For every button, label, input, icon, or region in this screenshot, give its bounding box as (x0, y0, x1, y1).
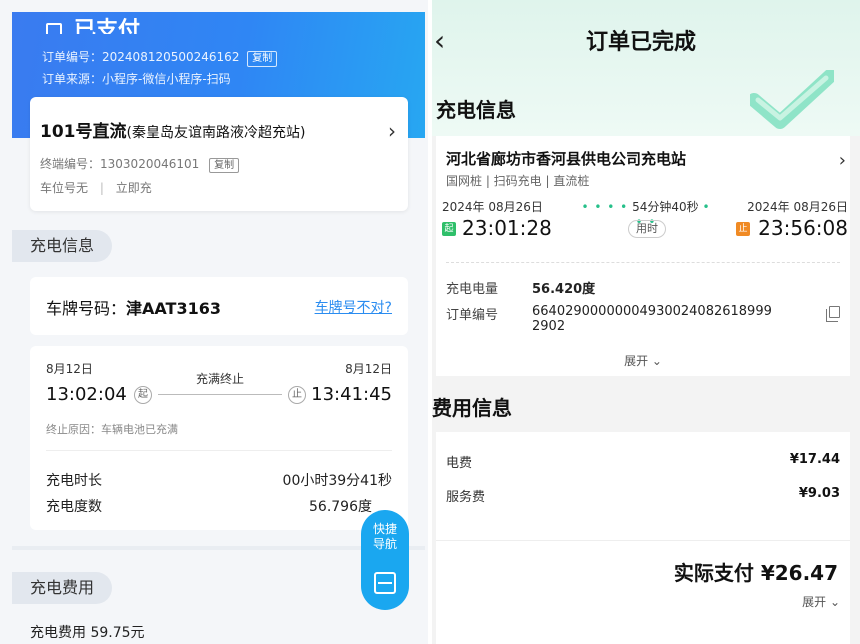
end-date: 2024年 08月26日 (747, 200, 848, 214)
energy-row: 充电电量 56.420度 (446, 278, 595, 297)
fee-row-electricity: 电费 ¥17.44 (446, 452, 840, 471)
session-card: 8月12日 13:02:04 起 充满终止 止 8月12日 13:41:45 终… (30, 346, 408, 530)
divider (446, 262, 840, 263)
total-card: 实际支付 ¥26.47 展开 ⌄ (436, 540, 850, 644)
start-time: 23:01:28 (462, 216, 552, 240)
section-charge-info: 充电信息 (436, 98, 516, 122)
end-date: 8月12日 (345, 362, 392, 376)
status-title: 已支付 (46, 12, 140, 34)
start-date: 2024年 08月26日 (442, 200, 543, 214)
energy-value: 56.420度 (532, 282, 596, 297)
plate-card: 车牌号码：津AAT3163 车牌号不对? (30, 277, 408, 335)
chevron-right-icon[interactable]: › (388, 119, 396, 143)
fee-card: 电费 ¥17.44 服务费 ¥9.03 (436, 432, 850, 540)
page-title: 订单已完成 (585, 30, 696, 55)
station-card[interactable]: 101号直流(秦皇岛友谊南路液冷超充站) › 终端编号：130302004610… (30, 97, 408, 211)
use-time-badge: 用时 (628, 220, 666, 238)
end-time: 23:56:08 (758, 216, 848, 240)
timeline-line (158, 394, 282, 395)
end-mark: 止 (288, 386, 306, 404)
order-number: 66402900000004930024082618999 2902 (532, 304, 772, 334)
copy-order-button[interactable]: 复制 (247, 51, 278, 67)
terminal-number-line: 终端编号：1303020046101 复制 (40, 155, 240, 173)
section-fee: 充电费用 (12, 572, 113, 604)
end-time: 13:41:45 (311, 384, 392, 405)
duration-row: 充电时长 00小时39分41秒 (46, 470, 392, 490)
order-number-line: 订单编号：202408120500246162 复制 (42, 48, 278, 67)
section-charge-info: 充电信息 (12, 230, 113, 262)
checkmark-icon (750, 70, 834, 129)
document-icon (46, 23, 62, 34)
right-order-screen: ‹ 订单已完成 充电信息 河北省廊坊市香河县供电公司充电站 › 国网桩 | 扫码… (432, 0, 860, 644)
start-time: 13:02:04 (46, 384, 127, 405)
station-info-card: 河北省廊坊市香河县供电公司充电站 › 国网桩 | 扫码充电 | 直流桩 2024… (436, 136, 850, 376)
wrong-plate-link[interactable]: 车牌号不对? (315, 297, 392, 317)
chevron-right-icon[interactable]: › (839, 150, 846, 171)
divider (46, 450, 392, 451)
expand-button[interactable]: 展开 ⌄ (436, 352, 850, 369)
plate-number: 津AAT3163 (126, 299, 221, 318)
station-name: 101号直流(秦皇岛友谊南路液冷超充站) (40, 122, 306, 142)
section-fee-info: 费用信息 (432, 396, 512, 420)
left-order-screen: 已支付 订单编号：202408120500246162 复制 订单来源：小程序-… (0, 0, 428, 644)
duration-value: 00小时39分41秒 (282, 473, 392, 489)
station-name: 河北省廊坊市香河县供电公司充电站 (446, 150, 687, 168)
end-badge: 止 (736, 222, 750, 236)
total-paid: 实际支付 ¥26.47 (673, 561, 838, 585)
order-source-line: 订单来源：小程序-微信小程序-扫码 (42, 72, 231, 86)
parking-spot-line: 车位号无 | 立即充 (40, 181, 152, 195)
energy-row: 充电度数 56.796度 (46, 496, 392, 516)
quick-nav-button[interactable]: 快捷 导航 (361, 510, 409, 610)
order-number: 20240812050024616 (102, 50, 232, 64)
copy-icon[interactable] (826, 306, 840, 322)
plate-line: 车牌号码：津AAT3163 (46, 299, 221, 318)
scan-icon[interactable] (374, 572, 396, 594)
order-number-row: 订单编号 66402900000004930024082618999 2902 (446, 304, 772, 334)
stop-status: 充满终止 (195, 372, 244, 386)
fee-peek: 充电费用 59.75元 (30, 625, 145, 641)
total-expand-button[interactable]: 展开 ⌄ (802, 593, 840, 610)
fee-row-service: 服务费 ¥9.03 (446, 486, 840, 505)
start-date: 8月12日 (46, 362, 93, 376)
copy-terminal-button[interactable]: 复制 (209, 158, 240, 173)
station-tags: 国网桩 | 扫码充电 | 直流桩 (446, 174, 590, 188)
start-badge: 起 (442, 222, 456, 236)
stop-reason: 终止原因：车辆电池已充满 (46, 423, 178, 436)
start-mark: 起 (134, 386, 152, 404)
